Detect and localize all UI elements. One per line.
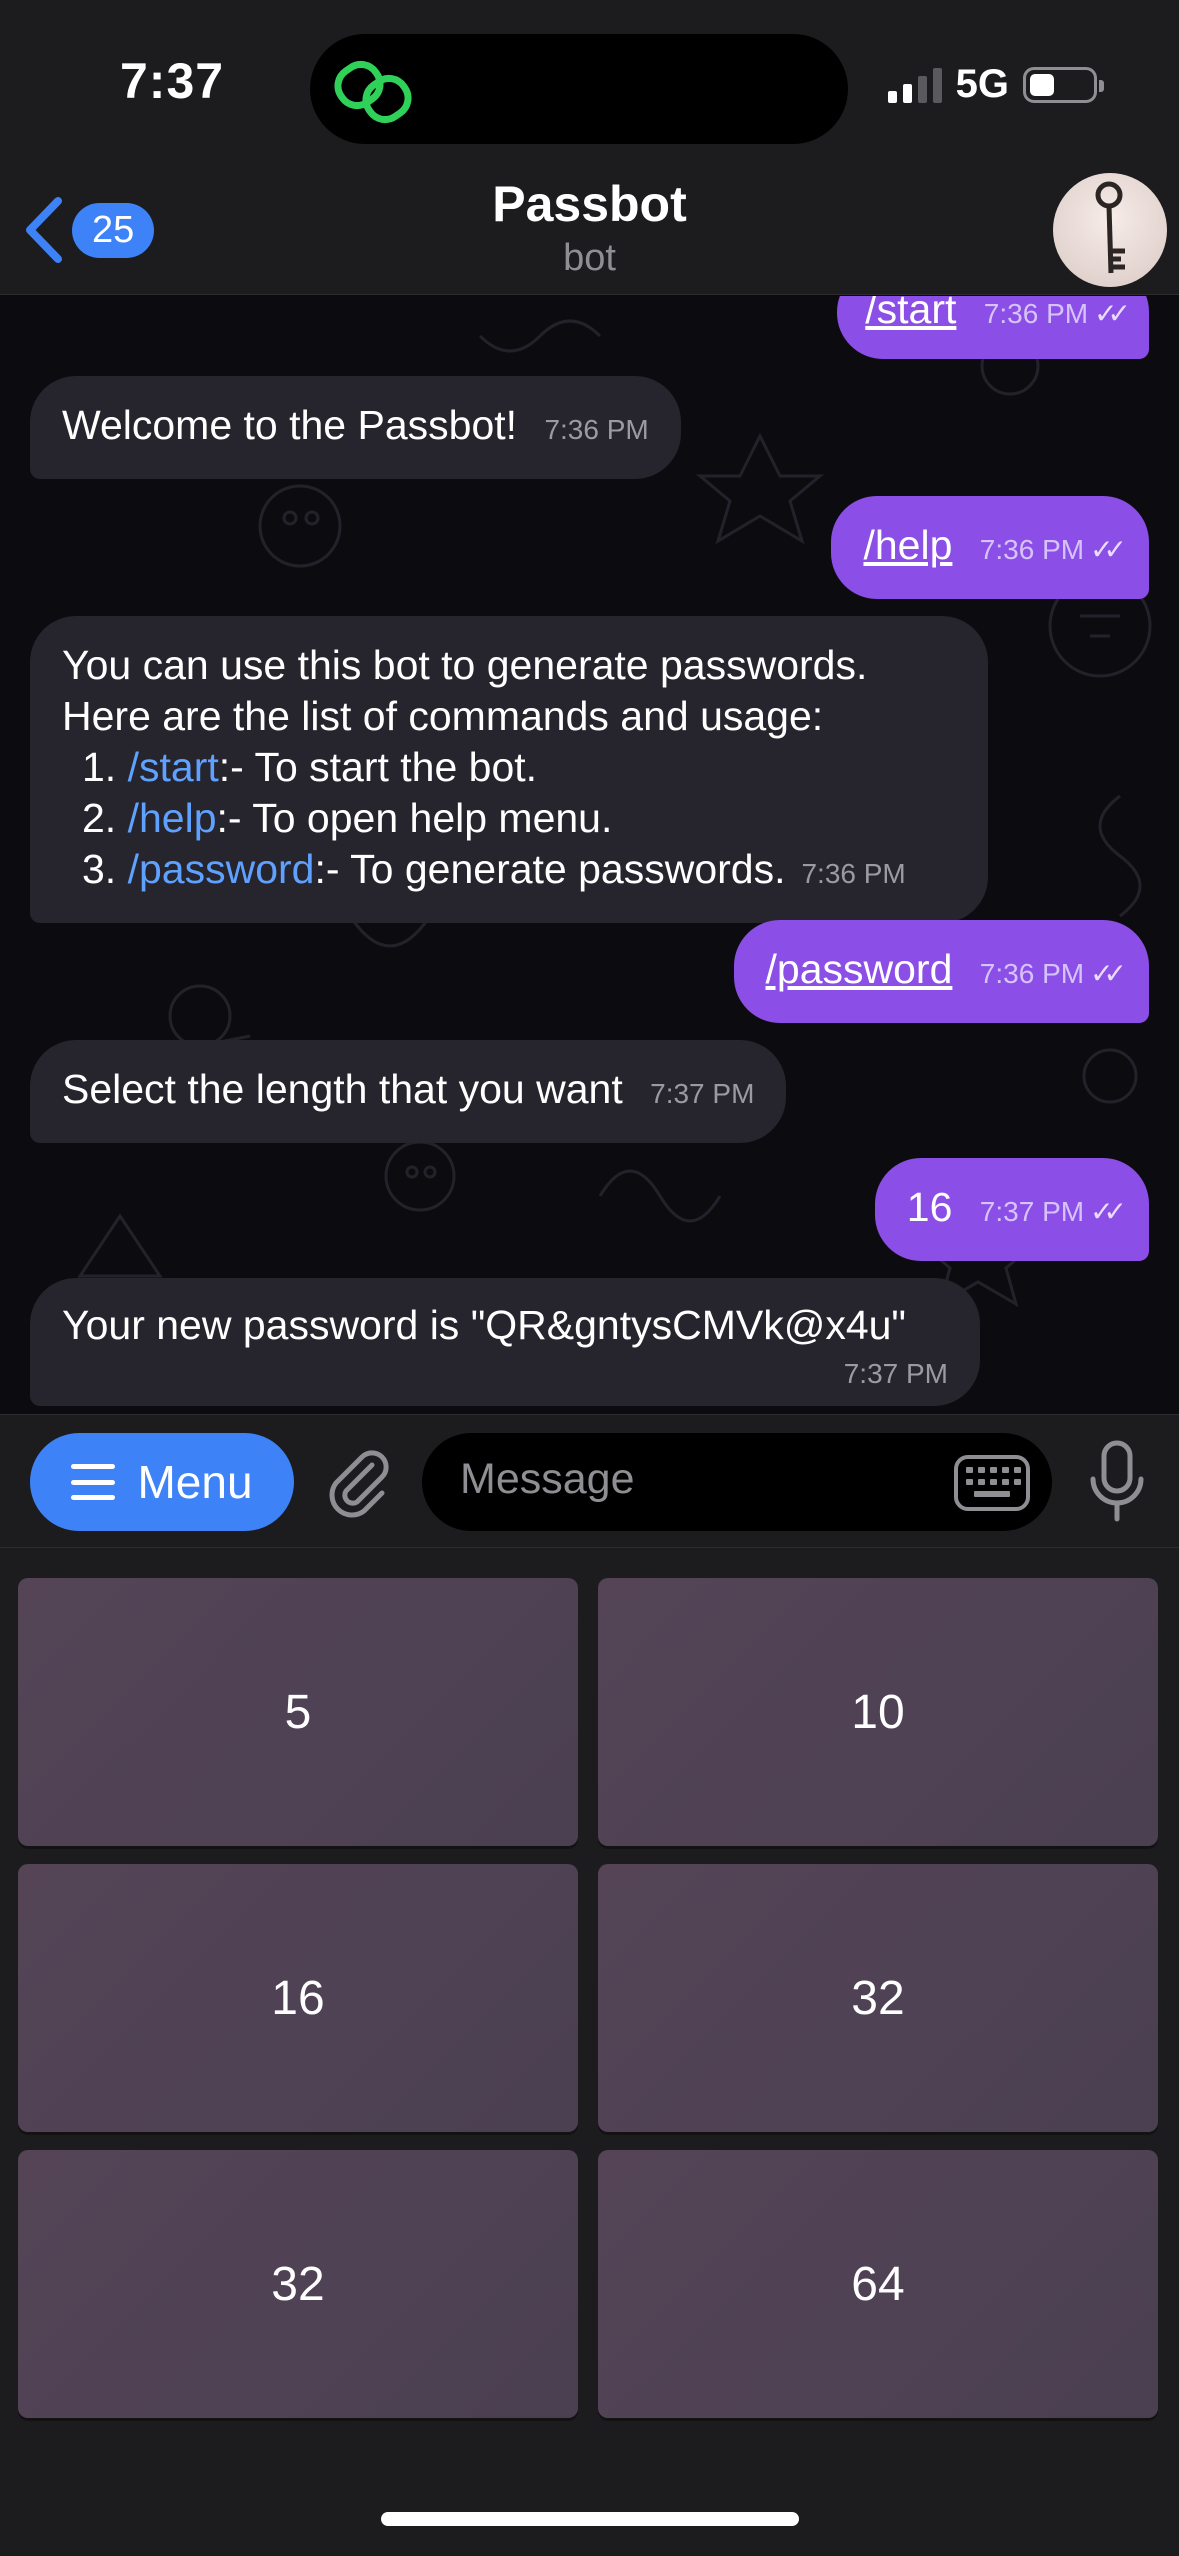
message-list[interactable]: /start 7:36 PM ✓✓ Welcome to the Passbot!… (0, 296, 1179, 1414)
reply-button-4[interactable]: 32 (598, 1864, 1158, 2132)
reply-button-2[interactable]: 10 (598, 1578, 1158, 1846)
message-incoming[interactable]: Welcome to the Passbot! 7:36 PM (30, 376, 681, 479)
message-outgoing[interactable]: /start 7:36 PM ✓✓ (837, 296, 1149, 359)
message-text: Here are the list of commands and usage: (62, 693, 824, 739)
command-link[interactable]: /help (863, 522, 952, 568)
command-link[interactable]: /password (766, 946, 953, 992)
battery-icon (1023, 66, 1104, 103)
list-item: 3. /password:- To generate passwords. 7:3… (82, 846, 906, 892)
chat-title: Passbot (492, 176, 687, 232)
microphone-icon[interactable] (1087, 1439, 1147, 1525)
paperclip-icon[interactable] (322, 1445, 396, 1519)
message-time: 7:36 PM (979, 534, 1085, 565)
message-text: You can use this bot to generate passwor… (62, 642, 868, 688)
chat-title-block[interactable]: Passbot bot (0, 175, 1179, 280)
message-outgoing[interactable]: 16 7:37 PM ✓✓ (874, 1158, 1149, 1261)
telegram-chat-screen: 7:37 5G 25 Passbot bot /start 7:36 PM ✓✓… (0, 0, 1179, 2556)
status-indicators: 5G (887, 62, 1104, 107)
hamburger-icon (71, 1464, 116, 1500)
bot-avatar[interactable] (1053, 173, 1167, 287)
message-text: Welcome to the Passbot! (62, 402, 518, 448)
message-time: 7:36 PM (979, 958, 1085, 989)
composer-bar: Menu (0, 1414, 1179, 1548)
message-outgoing[interactable]: /password 7:36 PM ✓✓ (733, 920, 1149, 1023)
read-check-icon: ✓✓ (1090, 958, 1127, 989)
reply-keyboard: 5 10 16 32 32 64 (0, 1548, 1179, 2556)
message-incoming[interactable]: Select the length that you want 7:37 PM (30, 1040, 787, 1143)
command-link[interactable]: /start (128, 744, 219, 790)
menu-label: Menu (137, 1456, 253, 1508)
command-link[interactable]: /start (865, 296, 956, 332)
network-type: 5G (955, 62, 1009, 106)
chat-subtitle: bot (563, 237, 616, 279)
read-check-icon: ✓✓ (1090, 1196, 1127, 1227)
key-icon (1095, 181, 1125, 274)
message-incoming-password[interactable]: Your new password is "QR&gntysCMVk@x4u" … (30, 1278, 980, 1406)
message-time: 7:36 PM (544, 414, 649, 445)
message-time: 7:37 PM (843, 1358, 948, 1389)
message-time: 7:37 PM (979, 1196, 1085, 1227)
command-link[interactable]: /help (128, 795, 217, 841)
chat-header: 25 Passbot bot (0, 165, 1179, 295)
dynamic-island (310, 34, 848, 144)
message-input-wrapper (422, 1433, 1052, 1531)
status-time: 7:37 (120, 53, 225, 109)
home-indicator[interactable] (381, 2512, 799, 2526)
reply-button-1[interactable]: 5 (18, 1578, 578, 1846)
link-rings-icon (334, 60, 412, 124)
read-check-icon: ✓✓ (1094, 298, 1131, 329)
message-outgoing[interactable]: /help 7:36 PM ✓✓ (831, 496, 1149, 599)
read-check-icon: ✓✓ (1090, 534, 1127, 565)
status-bar: 7:37 5G (0, 0, 1179, 165)
signal-icon (887, 67, 942, 103)
command-list: 1. /start:- To start the bot. 2. /help:-… (82, 742, 956, 899)
list-item: 2. /help:- To open help menu. (82, 795, 613, 841)
message-input[interactable] (460, 1455, 910, 1504)
bot-menu-button[interactable]: Menu (30, 1433, 294, 1531)
command-link[interactable]: /password (128, 846, 315, 892)
reply-button-5[interactable]: 32 (18, 2150, 578, 2418)
keyboard-toggle-icon[interactable] (954, 1455, 1030, 1511)
message-time: 7:36 PM (801, 858, 906, 889)
message-text: Your new password is "QR&gntysCMVk@x4u" (62, 1302, 906, 1348)
message-text: Select the length that you want (62, 1066, 623, 1112)
message-time: 7:37 PM (650, 1078, 755, 1109)
message-incoming-help[interactable]: You can use this bot to generate passwor… (30, 616, 988, 923)
reply-button-3[interactable]: 16 (18, 1864, 578, 2132)
message-text: 16 (906, 1184, 953, 1230)
list-item: 1. /start:- To start the bot. (82, 744, 538, 790)
message-time: 7:36 PM (983, 298, 1089, 329)
reply-button-6[interactable]: 64 (598, 2150, 1158, 2418)
